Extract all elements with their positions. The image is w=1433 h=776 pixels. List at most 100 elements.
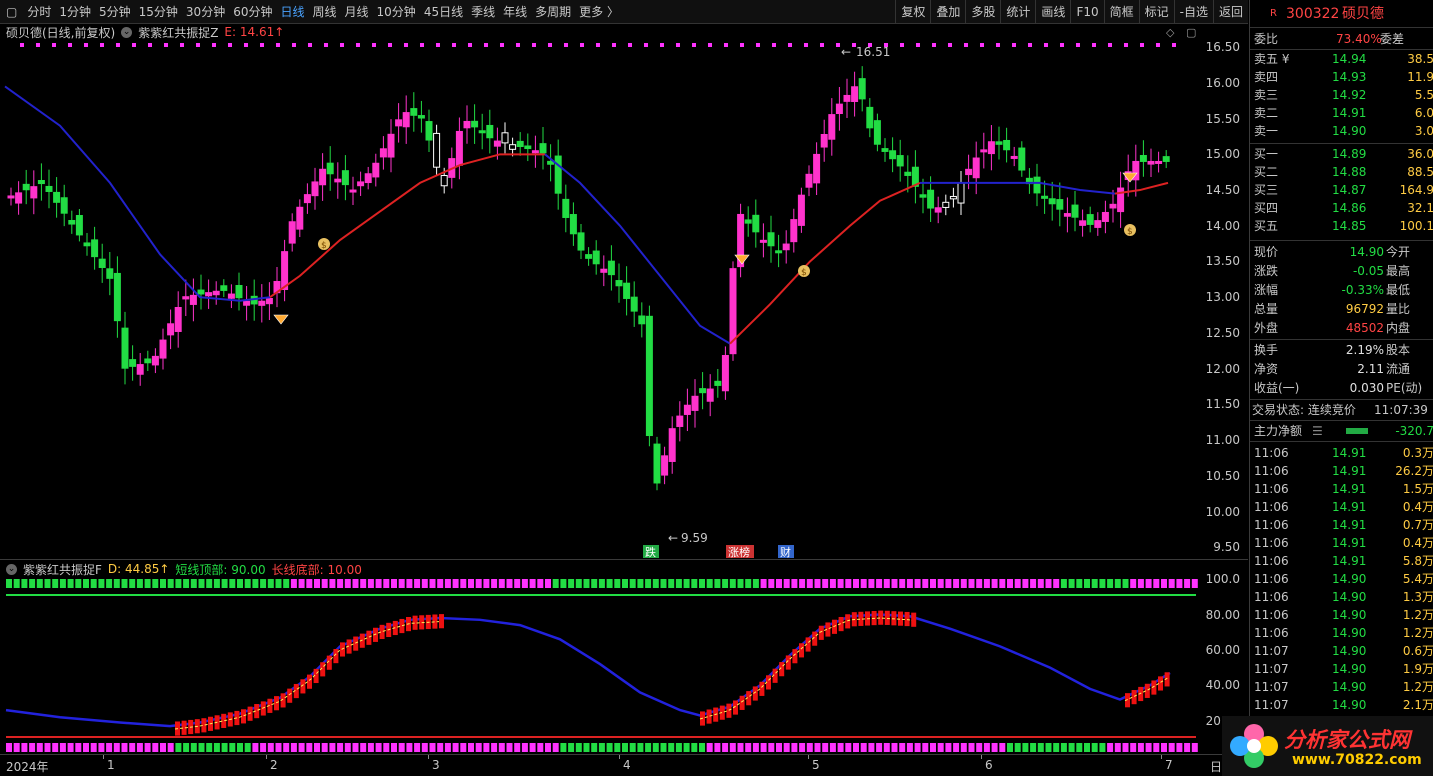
indicator-name[interactable]: 紫紫红共振捉Z [138, 24, 218, 41]
tick-price: 14.90 [1332, 572, 1367, 586]
signal-dot [932, 43, 936, 47]
stat-label: 净资 [1254, 362, 1279, 376]
state-block [1022, 579, 1029, 588]
trade-status-row: 交易状态: 连续竞价 11:07:39 [1250, 401, 1433, 419]
signal-dot [516, 43, 520, 47]
diff-label: 委差 [1380, 32, 1405, 46]
tick-row: 11:06 14.90 1.2万 [1250, 624, 1433, 642]
period-tab[interactable]: 年线 [499, 0, 531, 24]
signal-dot [596, 43, 600, 47]
state-block [452, 743, 459, 752]
period-tab[interactable]: 30分钟 [182, 0, 229, 24]
period-tab[interactable]: 多周期 [531, 0, 575, 24]
event-tag[interactable]: 财 [778, 545, 794, 558]
state-block [806, 743, 813, 752]
period-list: 分时 1分钟 5分钟 15分钟 30分钟 60分钟 日线 周线 月线 10分钟 45日线 季线 年线 多周… [23, 0, 623, 24]
state-block [437, 579, 444, 588]
stock-name[interactable]: 硕贝德 [1342, 5, 1384, 23]
period-tab[interactable]: 更多 〉 [575, 0, 623, 24]
toolbar-action-button[interactable]: 简框 [1103, 0, 1139, 24]
candle-body [296, 206, 304, 230]
chart-options-icon[interactable]: ◇ [1166, 26, 1174, 39]
chart-menu-icon[interactable]: ▢ [1186, 26, 1196, 39]
toolbar-action-button[interactable]: -自选 [1173, 0, 1213, 24]
sell-volume: 3.0 [1414, 124, 1433, 138]
toolbar-action-button[interactable]: 叠加 [930, 0, 965, 24]
state-block [1114, 743, 1121, 752]
state-block [675, 579, 682, 588]
state-block [352, 579, 359, 588]
state-block [152, 579, 159, 588]
stat-label-right: PE(动) [1386, 381, 1423, 395]
state-block [414, 579, 421, 588]
state-block [822, 743, 829, 752]
period-tab[interactable]: 5分钟 [95, 0, 135, 24]
state-block [1099, 579, 1106, 588]
state-block [668, 579, 675, 588]
tick-row: 11:07 14.90 1.9万 [1250, 660, 1433, 678]
sell-price: 14.92 [1332, 88, 1367, 102]
state-block [860, 743, 867, 752]
signal-dot [660, 43, 664, 47]
candle-body [68, 219, 76, 225]
state-block [198, 579, 205, 588]
date-tick [981, 755, 982, 759]
period-tab[interactable]: 分时 [23, 0, 55, 24]
layout-icon[interactable]: ▢ [0, 0, 23, 24]
tick-price: 14.90 [1332, 680, 1367, 694]
state-block [652, 579, 659, 588]
state-block [514, 579, 521, 588]
toolbar-action-button[interactable]: 标记 [1138, 0, 1174, 24]
state-block [298, 743, 305, 752]
state-block [460, 743, 467, 752]
date-tick [1161, 755, 1162, 759]
period-tab[interactable]: 10分钟 [373, 0, 420, 24]
state-block [853, 579, 859, 588]
candle-body [1041, 195, 1049, 199]
stat-value: 14.90 [1349, 245, 1384, 259]
stat-label: 收益(一) [1254, 381, 1300, 395]
toolbar-action-button[interactable]: 复权 [895, 0, 930, 24]
main-flow-label: 主力净额 [1254, 424, 1303, 438]
toolbar-action-button[interactable]: 画线 [1035, 0, 1070, 24]
state-block [614, 743, 621, 752]
period-tab[interactable]: 月线 [341, 0, 373, 24]
candle-body [357, 181, 365, 187]
oscillator-chart[interactable] [0, 560, 1248, 754]
toolbar-action-button[interactable]: 多股 [965, 0, 1000, 24]
svg-text:$: $ [801, 268, 807, 278]
signal-dot [996, 43, 1000, 47]
state-block [945, 579, 952, 588]
date-tick-label: 1 [107, 758, 115, 772]
event-tag[interactable]: 涨榜 [726, 545, 754, 558]
toolbar-action-button[interactable]: 返回 [1212, 0, 1248, 24]
period-tab[interactable]: 1分钟 [55, 0, 95, 24]
signal-dot [788, 43, 792, 47]
candle-body [668, 428, 676, 462]
period-tab[interactable]: 季线 [467, 0, 499, 24]
period-tab[interactable]: 60分钟 [229, 0, 276, 24]
tick-row: 11:07 14.90 1.2万 [1250, 678, 1433, 696]
candle-body [980, 149, 988, 153]
state-block [75, 743, 82, 752]
period-tab[interactable]: 周线 [309, 0, 341, 24]
state-block [537, 743, 544, 752]
state-block [167, 579, 174, 588]
event-tag[interactable]: 跌 [643, 545, 659, 558]
tick-time: 11:06 [1254, 626, 1289, 640]
period-tab[interactable]: 15分钟 [135, 0, 182, 24]
state-block [914, 743, 921, 752]
period-tab[interactable]: 日线 [276, 0, 308, 24]
candle-body [965, 168, 973, 176]
toolbar-action-button[interactable]: F10 [1070, 0, 1103, 24]
tick-row: 11:07 14.90 2.1万 [1250, 696, 1433, 714]
state-block [1030, 579, 1037, 588]
toolbar-action-button[interactable]: 统计 [1000, 0, 1035, 24]
period-tab[interactable]: 45日线 [420, 0, 467, 24]
state-block [414, 743, 421, 752]
candlestick-chart[interactable]: ← 16.51← 9.59$$$跌 涨榜财 [0, 40, 1248, 558]
state-block [213, 743, 220, 752]
indicator-toggle-icon[interactable]: ⌄ [121, 26, 133, 38]
oscillator-line [5, 613, 1171, 728]
state-block [237, 743, 243, 752]
